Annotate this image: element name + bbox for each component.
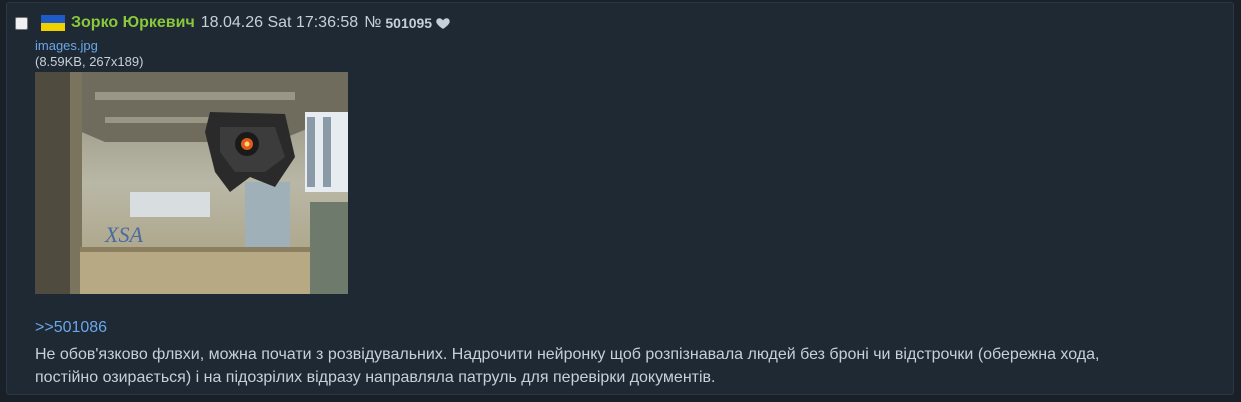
post-date: 18.04.26 Sat 17:36:58 [200,14,359,31]
post-header: Зорко Юркевич 18.04.26 Sat 17:36:58 № 50… [15,11,451,35]
post-number-link[interactable]: 501095 [385,15,432,31]
post-body-line: Не обов'язково флвхи, можна почати з роз… [35,346,1100,363]
poster-name: Зорко Юркевич [71,14,195,31]
image-thumbnail[interactable]: XSA [35,72,348,294]
reply-reference-link[interactable]: >>501086 [35,319,107,337]
post-select-checkbox[interactable] [15,16,28,30]
post-body: Не обов'язково флвхи, можна почати з роз… [35,343,1215,389]
post-container: Зорко Юркевич 18.04.26 Sat 17:36:58 № 50… [6,2,1234,395]
ukraine-flag-icon [41,15,65,31]
post-number-label: № [364,14,382,31]
svg-text:XSA: XSA [104,222,143,247]
file-name-link[interactable]: images.jpg [35,38,98,53]
post-body-line: постійно озирається) і на підозрілих від… [35,369,716,386]
file-meta: (8.59KB, 267x189) [35,54,144,69]
heart-icon[interactable] [435,15,451,31]
